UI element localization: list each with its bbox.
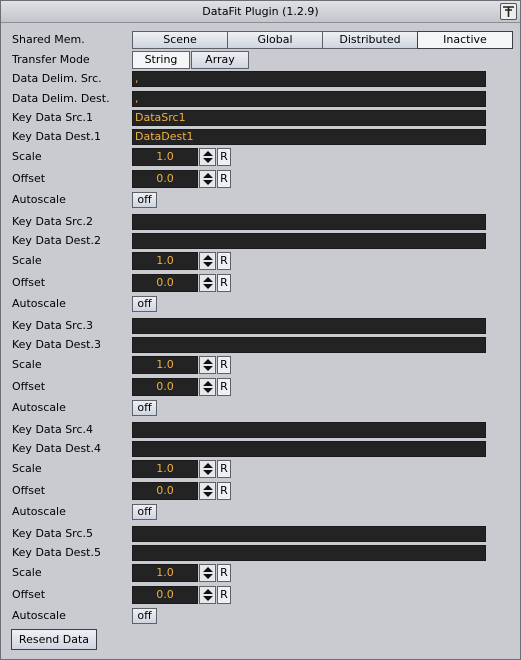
autoscale-label: Autoscale <box>12 193 66 206</box>
datafit-plugin-window: DataFit Plugin (1.2.9) Shared Mem. Scene… <box>0 0 521 660</box>
key-src-label: Key Data Src.5 <box>12 527 94 540</box>
offset-reset-button[interactable]: R <box>217 274 231 292</box>
key-dest-input[interactable] <box>132 545 486 561</box>
offset-reset-button[interactable]: R <box>217 482 231 500</box>
autoscale-label: Autoscale <box>12 401 66 414</box>
delim-dest-label: Data Delim. Dest. <box>12 92 110 105</box>
scale-reset-button[interactable]: R <box>217 460 231 478</box>
key-src-input[interactable]: DataSrc1 <box>132 110 486 126</box>
transfer-mode-option-array[interactable]: Array <box>191 51 249 69</box>
shared-mem-selector: Scene Global Distributed Inactive <box>132 31 513 49</box>
transfer-mode-option-string[interactable]: String <box>132 51 190 69</box>
scale-input[interactable]: 1.0 <box>132 460 198 478</box>
key-dest-label: Key Data Dest.2 <box>12 234 101 247</box>
autoscale-toggle[interactable]: off <box>132 192 157 208</box>
offset-input[interactable]: 0.0 <box>132 274 198 292</box>
autoscale-label: Autoscale <box>12 609 66 622</box>
scale-reset-button[interactable]: R <box>217 564 231 582</box>
delim-src-input[interactable]: , <box>132 71 486 87</box>
key-dest-input[interactable] <box>132 441 486 457</box>
key-src-input[interactable] <box>132 422 486 438</box>
offset-label: Offset <box>12 276 46 289</box>
scale-label: Scale <box>12 462 42 475</box>
scale-label: Scale <box>12 566 42 579</box>
scale-reset-button[interactable]: R <box>217 148 231 166</box>
autoscale-label: Autoscale <box>12 505 66 518</box>
offset-reset-button[interactable]: R <box>217 378 231 396</box>
key-dest-input[interactable] <box>132 337 486 353</box>
key-src-label: Key Data Src.3 <box>12 319 94 332</box>
autoscale-toggle[interactable]: off <box>132 608 157 624</box>
delim-src-label: Data Delim. Src. <box>12 72 102 85</box>
offset-reset-button[interactable]: R <box>217 170 231 188</box>
shared-mem-option-distributed[interactable]: Distributed <box>322 31 418 49</box>
offset-reset-button[interactable]: R <box>217 586 231 604</box>
key-src-input[interactable] <box>132 318 486 334</box>
scale-input[interactable]: 1.0 <box>132 252 198 270</box>
key-dest-input[interactable] <box>132 233 486 249</box>
autoscale-label: Autoscale <box>12 297 66 310</box>
key-src-input[interactable] <box>132 214 486 230</box>
spinner-arrows-icon[interactable] <box>199 378 216 396</box>
spinner-arrows-icon[interactable] <box>199 482 216 500</box>
scale-input[interactable]: 1.0 <box>132 564 198 582</box>
plugin-logo-icon[interactable] <box>500 3 517 20</box>
delim-dest-input[interactable]: , <box>132 91 486 107</box>
offset-label: Offset <box>12 380 46 393</box>
offset-input[interactable]: 0.0 <box>132 586 198 604</box>
autoscale-toggle[interactable]: off <box>132 504 157 520</box>
shared-mem-option-scene[interactable]: Scene <box>132 31 228 49</box>
scale-label: Scale <box>12 358 42 371</box>
offset-label: Offset <box>12 588 46 601</box>
spinner-arrows-icon[interactable] <box>199 356 216 374</box>
transfer-mode-selector: String Array <box>132 51 250 69</box>
autoscale-toggle[interactable]: off <box>132 296 157 312</box>
spinner-arrows-icon[interactable] <box>199 170 216 188</box>
scale-input[interactable]: 1.0 <box>132 356 198 374</box>
scale-reset-button[interactable]: R <box>217 356 231 374</box>
scale-reset-button[interactable]: R <box>217 252 231 270</box>
window-title: DataFit Plugin (1.2.9) <box>202 5 319 18</box>
offset-input[interactable]: 0.0 <box>132 482 198 500</box>
spinner-arrows-icon[interactable] <box>199 586 216 604</box>
scale-label: Scale <box>12 150 42 163</box>
key-dest-label: Key Data Dest.5 <box>12 546 101 559</box>
offset-input[interactable]: 0.0 <box>132 378 198 396</box>
spinner-arrows-icon[interactable] <box>199 460 216 478</box>
shared-mem-option-inactive[interactable]: Inactive <box>417 31 513 49</box>
title-bar: DataFit Plugin (1.2.9) <box>1 1 520 23</box>
resend-data-button[interactable]: Resend Data <box>11 629 97 650</box>
key-dest-label: Key Data Dest.4 <box>12 442 101 455</box>
transfer-mode-label: Transfer Mode <box>12 53 90 66</box>
key-src-input[interactable] <box>132 526 486 542</box>
shared-mem-option-global[interactable]: Global <box>227 31 323 49</box>
spinner-arrows-icon[interactable] <box>199 274 216 292</box>
offset-label: Offset <box>12 484 46 497</box>
autoscale-toggle[interactable]: off <box>132 400 157 416</box>
offset-input[interactable]: 0.0 <box>132 170 198 188</box>
key-src-label: Key Data Src.4 <box>12 423 94 436</box>
shared-mem-label: Shared Mem. <box>12 33 85 46</box>
key-dest-label: Key Data Dest.1 <box>12 130 101 143</box>
offset-label: Offset <box>12 172 46 185</box>
spinner-arrows-icon[interactable] <box>199 252 216 270</box>
key-src-label: Key Data Src.2 <box>12 215 94 228</box>
spinner-arrows-icon[interactable] <box>199 148 216 166</box>
key-src-label: Key Data Src.1 <box>12 111 94 124</box>
spinner-arrows-icon[interactable] <box>199 564 216 582</box>
scale-label: Scale <box>12 254 42 267</box>
key-dest-input[interactable]: DataDest1 <box>132 129 486 145</box>
key-dest-label: Key Data Dest.3 <box>12 338 101 351</box>
scale-input[interactable]: 1.0 <box>132 148 198 166</box>
